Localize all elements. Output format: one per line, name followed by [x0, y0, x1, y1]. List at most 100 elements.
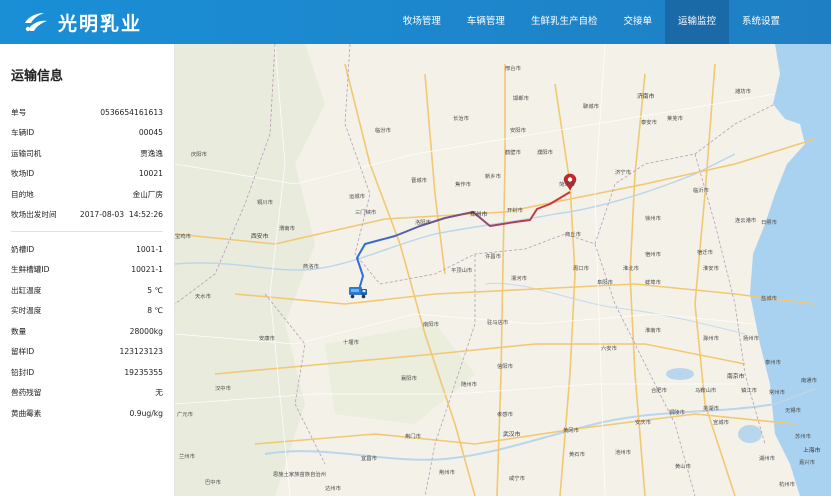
- map-city-label: 黄冈市: [563, 426, 580, 434]
- map-city-label: 泰安市: [641, 118, 658, 126]
- nav-item-handover[interactable]: 交接单: [610, 0, 665, 44]
- map-city-label: 扬州市: [743, 334, 760, 342]
- map-city-label: 信阳市: [497, 362, 514, 370]
- info-value: 金山厂房: [132, 189, 163, 199]
- brand[interactable]: 光明乳业: [0, 0, 142, 44]
- map-city-label: 安康市: [259, 334, 276, 342]
- info-value: 5 ℃: [147, 285, 163, 295]
- map-city-label: 滁州市: [703, 334, 720, 342]
- map-city-label: 天水市: [195, 292, 212, 300]
- map-city-label: 郑州市: [470, 210, 488, 218]
- map-city-label: 泰州市: [765, 358, 782, 366]
- map-city-label: 无锡市: [785, 406, 802, 414]
- info-value: 10021: [138, 169, 163, 179]
- map-city-label: 南通市: [801, 376, 818, 384]
- info-value: 0.9ug/kg: [129, 408, 164, 418]
- brand-name: 光明乳业: [58, 12, 143, 35]
- map-city-label: 徐州市: [645, 214, 662, 222]
- nav-item-settings[interactable]: 系统设置: [729, 0, 793, 44]
- route-map[interactable]: 邢台市 邯郸市 聊城市 济南市 潍坊市 长治市 安阳市 泰安市 莱芜市 临汾市 …: [175, 44, 831, 496]
- map-city-label: 潍坊市: [735, 87, 752, 95]
- info-row-destination: 目的地 金山厂房: [11, 184, 163, 205]
- main-nav: 牧场管理 车辆管理 生鲜乳生产自检 交接单 运输监控 系统设置: [390, 0, 793, 44]
- map-city-label: 芜湖市: [703, 404, 720, 412]
- map-city-label: 巴中市: [205, 478, 222, 486]
- info-label: 牧场ID: [11, 169, 35, 179]
- map-city-label: 荆州市: [439, 468, 456, 476]
- map-city-label: 淮南市: [645, 326, 662, 334]
- info-label: 实时温度: [11, 306, 42, 316]
- info-label: 奶槽ID: [11, 244, 35, 254]
- info-row-realtime-temp: 实时温度 8 ℃: [11, 301, 163, 322]
- map-city-label: 庆阳市: [191, 150, 208, 158]
- map-city-label: 济宁市: [615, 168, 632, 176]
- map-city-label: 襄阳市: [401, 374, 418, 382]
- map-city-label: 常州市: [769, 388, 786, 396]
- map-city-label: 西安市: [251, 232, 269, 240]
- nav-item-farm[interactable]: 牧场管理: [390, 0, 454, 44]
- info-value: 28000kg: [129, 326, 163, 336]
- info-row-vehicle-id: 车辆ID 00045: [11, 123, 163, 144]
- lake: [738, 425, 762, 443]
- info-row-driver: 运输司机 贾逸逸: [11, 143, 163, 164]
- info-value: 00045: [138, 128, 163, 138]
- map-city-label: 鹤壁市: [505, 148, 522, 156]
- map-city-label: 随州市: [461, 380, 478, 388]
- map-city-label: 镇江市: [741, 386, 758, 394]
- map-city-label: 许昌市: [485, 252, 502, 260]
- top-navigation-bar: 光明乳业 牧场管理 车辆管理 生鲜乳生产自检 交接单 运输监控 系统设置: [0, 0, 831, 44]
- map-city-label: 嘉兴市: [799, 458, 816, 466]
- map-city-label: 宣城市: [713, 418, 730, 426]
- map-city-label: 安庆市: [635, 418, 652, 426]
- nav-item-milk-self-check[interactable]: 生鲜乳生产自检: [518, 0, 611, 44]
- info-value: 0536654161613: [100, 107, 163, 117]
- map-city-label: 兰州市: [179, 452, 196, 460]
- map-city-label: 商丘市: [565, 230, 582, 238]
- map-city-label: 合肥市: [651, 386, 668, 394]
- map-city-label: 聊城市: [583, 102, 600, 110]
- info-row-quantity: 数量 28000kg: [11, 321, 163, 342]
- info-label: 黄曲霉素: [11, 408, 42, 418]
- nav-item-vehicles[interactable]: 车辆管理: [454, 0, 518, 44]
- map-city-label: 临沂市: [693, 186, 710, 194]
- map-city-label: 孝感市: [497, 410, 514, 418]
- info-value: 2017-08-03 14:52:26: [79, 210, 163, 220]
- map-city-label: 渭南市: [279, 224, 296, 232]
- map-city-label: 邢台市: [505, 64, 522, 72]
- info-label: 铅封ID: [11, 367, 35, 377]
- nav-item-transport-monitor[interactable]: 运输监控: [664, 0, 729, 44]
- info-row-fresh-tank-id: 生鲜槽罐ID 10021-1: [11, 260, 163, 281]
- map-city-label: 周口市: [573, 264, 590, 272]
- lake: [666, 368, 694, 380]
- map-city-label: 宿州市: [645, 250, 662, 258]
- map-city-label: 三门峡市: [355, 208, 377, 216]
- map-city-label: 淮安市: [703, 264, 720, 272]
- map-city-label: 晋城市: [411, 176, 428, 184]
- map-city-label: 汉中市: [215, 384, 232, 392]
- map-city-label: 濮阳市: [537, 148, 554, 156]
- info-label: 车辆ID: [11, 128, 35, 138]
- map-city-label: 咸宁市: [509, 474, 526, 482]
- map-city-label: 六安市: [601, 344, 618, 352]
- info-row-vet-residue: 兽药残留 无: [11, 383, 163, 404]
- map-city-label: 洛阳市: [415, 218, 432, 226]
- transport-info-panel: 运输信息 单号 0536654161613 车辆ID 00045 运输司机 贾逸…: [0, 44, 175, 496]
- map-city-label: 临汾市: [375, 126, 392, 134]
- map-city-label: 阜阳市: [597, 278, 614, 286]
- info-value: 10021-1: [131, 265, 163, 275]
- info-row-seal-id: 铅封ID 19235355: [11, 362, 163, 383]
- map-city-label: 铜陵市: [669, 408, 686, 416]
- map-city-label: 十堰市: [343, 338, 360, 346]
- info-label: 数量: [11, 326, 27, 336]
- map-city-label: 运城市: [349, 192, 366, 200]
- brand-logo-icon: [25, 13, 47, 32]
- map-city-label: 连云港市: [735, 216, 757, 224]
- map-city-label: 马鞍山市: [695, 386, 717, 394]
- map-city-label: 上海市: [803, 446, 821, 454]
- map-canvas[interactable]: 邢台市 邯郸市 聊城市 济南市 潍坊市 长治市 安阳市 泰安市 莱芜市 临汾市 …: [175, 44, 831, 496]
- info-value: 无: [155, 388, 163, 398]
- info-label: 单号: [11, 107, 27, 117]
- info-label: 目的地: [11, 189, 34, 199]
- map-city-label: 黄山市: [675, 462, 692, 470]
- info-label: 出缸温度: [11, 285, 42, 295]
